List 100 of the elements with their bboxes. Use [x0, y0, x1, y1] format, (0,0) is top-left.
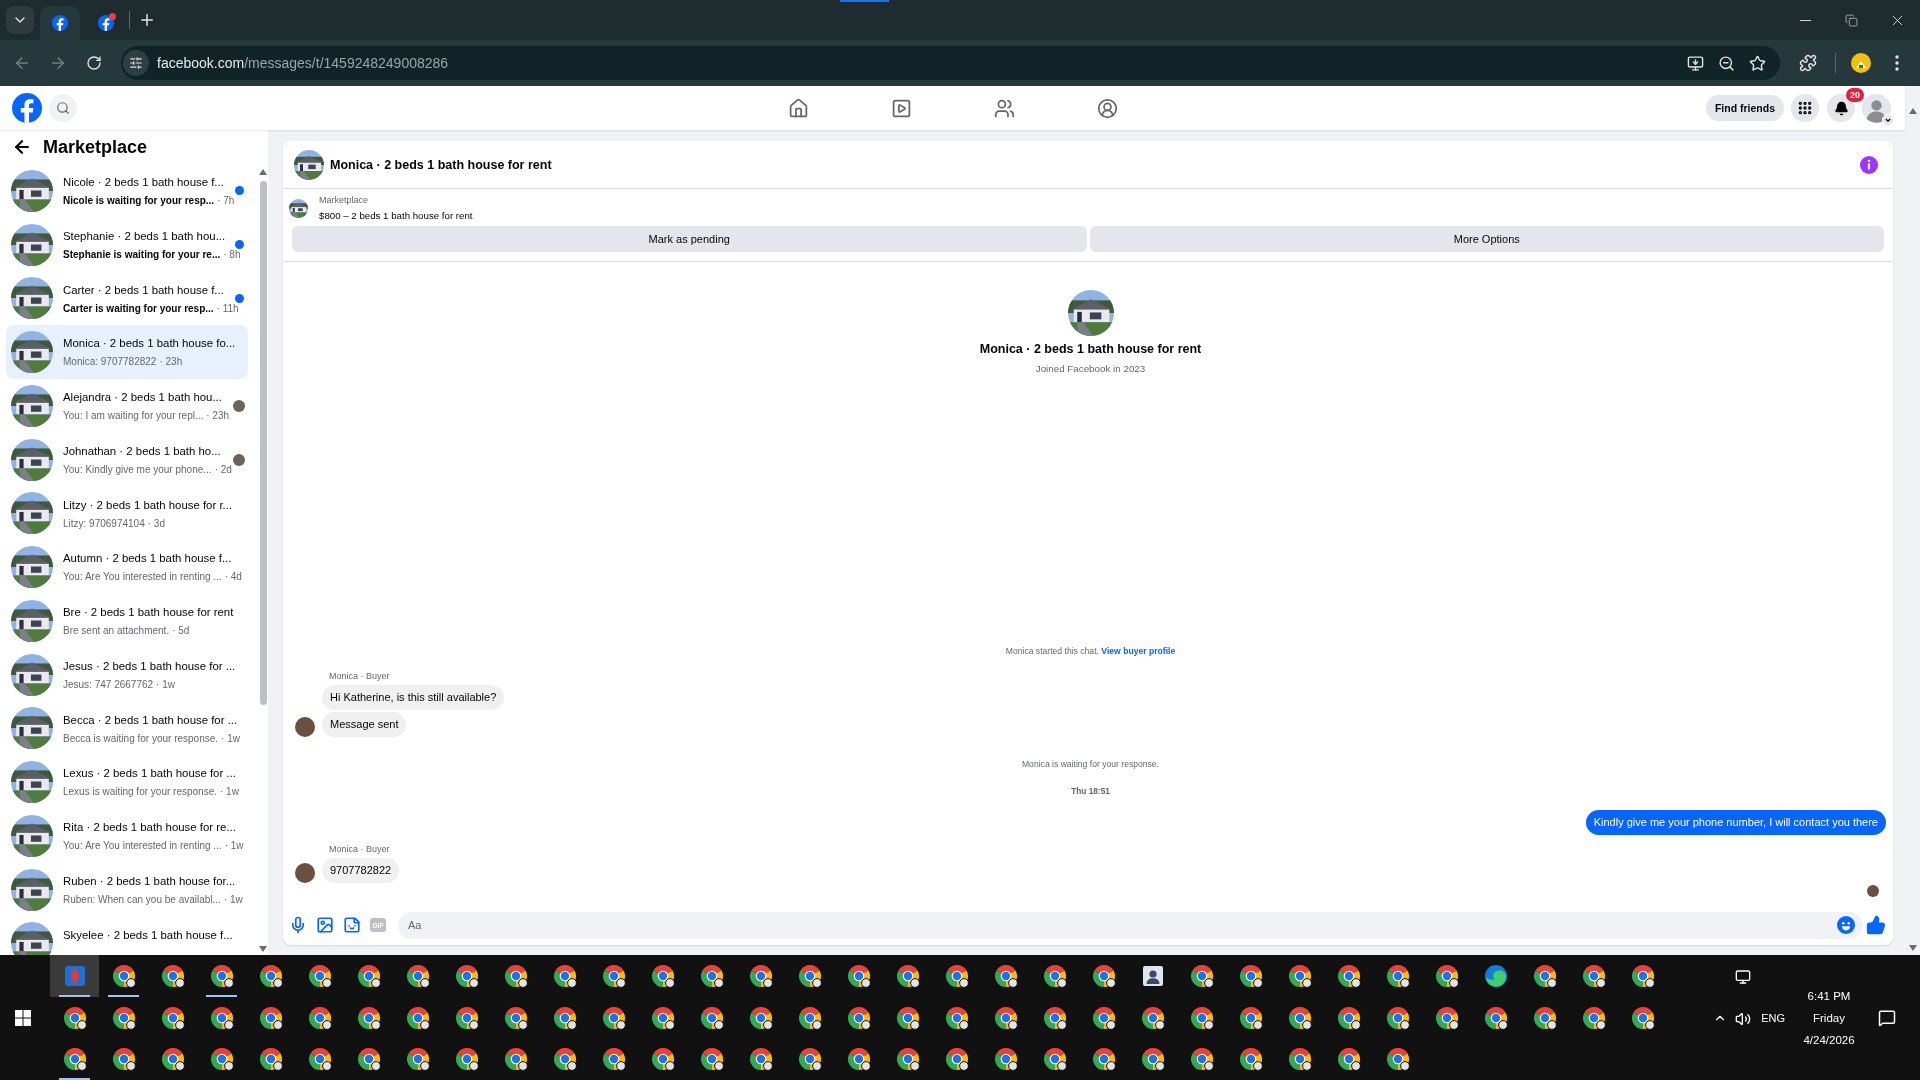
conversation-item[interactable]: Ruben · 2 beds 1 bath house for... Ruben: When can you be availabl... · 1w — [6, 862, 248, 917]
message-bubble: Kindly give me your phone number, I will contact you there — [1585, 810, 1886, 835]
conversation-item[interactable]: Rita · 2 beds 1 bath house for re... You: Are You interested in renting ... · 1w — [6, 809, 248, 863]
conversation-item[interactable]: Bre · 2 beds 1 bath house for rent Bre sent an attachment. · 5d — [6, 594, 248, 648]
info-icon[interactable] — [1860, 155, 1878, 174]
browser-icon — [552, 1047, 577, 1071]
browser-icon — [1287, 1047, 1312, 1071]
conversation-item[interactable]: Stephanie · 2 beds 1 bath hou... Stephanie is waiting for your re... · 8h — [6, 217, 248, 272]
conversation-item[interactable]: Becca · 2 beds 1 bath house for ... Becca is waiting for your response. · 1w — [6, 701, 248, 756]
scrollbar-thumb[interactable] — [259, 181, 267, 705]
house-photo — [11, 169, 53, 212]
message-time: · 1w — [156, 677, 175, 692]
house-photo — [11, 384, 53, 427]
play-square-icon — [890, 97, 912, 119]
browser-icon — [209, 964, 234, 988]
conversation-item[interactable]: Jesus · 2 beds 1 bath house for ... Jesus: 747 2667762 · 1w — [6, 647, 248, 702]
browser-icon — [62, 1005, 87, 1030]
browser-icon — [356, 1047, 381, 1071]
notification-count-badge: 20 — [1846, 88, 1864, 102]
avatar-icon — [1851, 53, 1871, 73]
house-photo — [1067, 290, 1114, 336]
system-notice: Monica started this chat. View buyer profile — [1005, 645, 1176, 658]
conversation-item[interactable]: Nicole · 2 beds 1 bath house f... Nicole is waiting for your resp... · 7h — [6, 164, 248, 218]
browser-icon — [1483, 1005, 1508, 1030]
browser-icon — [552, 964, 577, 988]
browser-tab[interactable] — [40, 6, 80, 40]
browser-icon — [258, 1005, 283, 1030]
browser-icon — [160, 964, 185, 988]
browser-icon — [748, 964, 773, 988]
address-bar[interactable]: facebook.com/messages/t/1459248249008286 — [121, 46, 1780, 80]
browser-icon — [895, 964, 920, 988]
conversation-item[interactable]: Carter · 2 beds 1 bath house f... Carter is waiting for your resp... · 11h — [6, 271, 248, 326]
browser-icon — [895, 1047, 920, 1071]
conversation-item[interactable]: Lexus · 2 beds 1 bath house for ... Lexus is waiting for your response. · 1w — [6, 755, 248, 809]
message-time: · 4d — [224, 570, 242, 585]
buyer-profile-link[interactable]: View buyer profile — [1101, 646, 1176, 656]
message-bubble: Hi Katherine, is this still available? — [322, 685, 505, 710]
browser-icon — [1434, 964, 1459, 988]
scroll-down-arrow-icon[interactable] — [1908, 945, 1917, 951]
browser-icon — [944, 1005, 969, 1030]
conversation-title: Johnathan · 2 beds 1 bath ho... — [63, 443, 222, 459]
browser-icon — [111, 964, 136, 988]
site-info-button[interactable] — [123, 50, 149, 76]
app-icon — [62, 964, 87, 988]
scroll-up-arrow-icon[interactable] — [1908, 108, 1917, 114]
monitor-icon[interactable] — [1735, 969, 1752, 985]
language-indicator[interactable]: ENG — [1761, 1011, 1785, 1024]
menu-grid-button[interactable] — [1791, 94, 1819, 122]
browser-icon — [1287, 964, 1312, 988]
message-preview: You: I am waiting for your repl... — [63, 409, 204, 423]
conversation-item[interactable]: Autumn · 2 beds 1 bath house f... You: Are You interested in renting ... · 4d — [6, 540, 248, 594]
conversation-title: Litzy · 2 beds 1 bath house for r... — [63, 497, 233, 513]
browser-icon — [307, 1047, 332, 1071]
browser-icon — [1140, 1005, 1165, 1030]
message-time: · 3d — [147, 516, 165, 531]
sticker-icon[interactable] — [343, 916, 361, 934]
action-button[interactable]: Mark as pending — [292, 226, 1087, 252]
browser-icon — [1630, 964, 1655, 988]
browser-icon — [993, 1047, 1018, 1071]
start-logo-icon — [15, 1009, 31, 1026]
tab-search-button[interactable] — [6, 6, 34, 34]
chat-title: Monica · 2 beds 1 bath house for rent — [330, 157, 552, 172]
microphone-icon[interactable] — [289, 916, 307, 934]
speaker-icon[interactable] — [1735, 1011, 1752, 1027]
message-preview: Nicole is waiting for your resp... — [63, 194, 215, 208]
action-button[interactable]: More Options — [1089, 226, 1884, 252]
profile-avatar[interactable] — [1862, 93, 1891, 123]
conversation-item[interactable]: Johnathan · 2 beds 1 bath ho... You: Kindly give me your phone... · 2d — [6, 432, 248, 487]
message-preview: Bre sent an attachment. — [63, 624, 170, 638]
conversation-title: Bre · 2 beds 1 bath house for rent — [63, 605, 233, 620]
conversation-item[interactable]: Litzy · 2 beds 1 bath house for r... Litzy: 9706974104 · 3d — [6, 486, 248, 541]
browser-icon — [209, 1005, 234, 1030]
find-friends-button[interactable]: Find friends — [1706, 95, 1784, 121]
browser-icon — [111, 1047, 136, 1071]
browser-icon — [846, 964, 871, 988]
clock-time: 6:41 PM — [1807, 988, 1851, 1004]
emoji-icon[interactable] — [1837, 916, 1855, 934]
message-time: · 1w — [221, 731, 240, 746]
message-preview: Monica: 9707782822 — [63, 355, 157, 370]
scroll-down-arrow-icon[interactable] — [259, 946, 267, 952]
chat-bubble-icon — [1878, 1008, 1896, 1027]
message-preview: Becca is waiting for your response. — [63, 731, 219, 746]
image-icon[interactable] — [316, 916, 334, 934]
browser-icon — [1532, 1005, 1557, 1030]
browser-icon — [552, 1005, 577, 1030]
browser-icon — [748, 1047, 773, 1071]
user-circle-icon — [1096, 97, 1118, 119]
search-button[interactable] — [49, 94, 77, 122]
conversation-item[interactable]: Monica · 2 beds 1 bath house fo... Monica: 9707782822 · 23h — [6, 325, 248, 379]
taskbar-button[interactable] — [50, 955, 99, 997]
conversation-item[interactable]: Alejandra · 2 beds 1 bath hou... You: I am waiting for your repl... · 23h — [6, 379, 248, 433]
browser-icon — [62, 1047, 87, 1071]
scroll-up-arrow-icon[interactable] — [259, 169, 267, 175]
browser-icon — [1189, 1047, 1214, 1071]
conversation-title: Stephanie · 2 beds 1 bath hou... — [63, 228, 227, 244]
thumbs-up-icon[interactable] — [1866, 915, 1886, 935]
browser-icon — [748, 1005, 773, 1030]
browser-icon — [699, 1047, 724, 1071]
message-input[interactable]: Aa — [398, 911, 1863, 939]
logo-icon[interactable] — [12, 93, 42, 123]
